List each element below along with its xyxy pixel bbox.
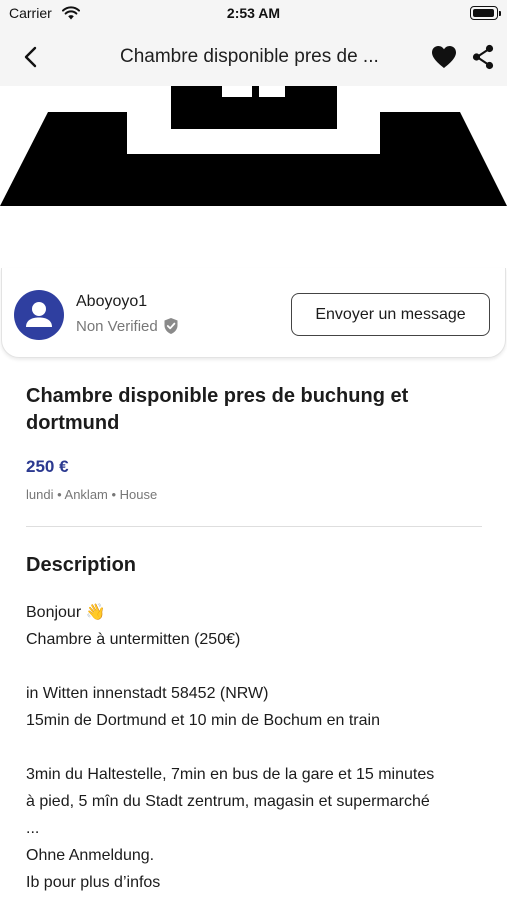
heart-icon: [432, 46, 456, 68]
favorite-button[interactable]: [430, 43, 458, 71]
listing-image[interactable]: [0, 86, 507, 270]
listing-meta: lundi • Anklam • House: [26, 487, 158, 502]
description-line: 3min du Haltestelle, 7min en bus de la g…: [26, 766, 435, 783]
description-line: 15min de Dortmund et 10 min de Bochum en…: [26, 712, 380, 729]
house-illustration: [0, 86, 507, 206]
share-icon: [472, 44, 494, 70]
description-line: ...: [26, 820, 40, 837]
chevron-left-icon: [24, 46, 37, 68]
description-line: Ohne Anmeldung.: [26, 847, 155, 864]
description-line: [26, 653, 496, 680]
send-message-button[interactable]: Envoyer un message: [291, 293, 490, 336]
description-line: [26, 734, 496, 761]
description-heading: Description: [26, 554, 137, 576]
status-time: 2:53 AM: [226, 5, 281, 21]
shield-check-icon: [164, 318, 178, 334]
description-line: à pied, 5 mîn du Stadt zentrum, magasin …: [26, 793, 430, 810]
share-button[interactable]: [470, 43, 496, 71]
listing-title: Chambre disponible pres de buchung et do…: [26, 385, 409, 434]
verification-label: Non Verified: [76, 317, 158, 335]
owner-name[interactable]: Aboyoyo1: [76, 293, 147, 311]
owner-card: Aboyoyo1 Non Verified Envoyer un message: [1, 268, 506, 358]
avatar[interactable]: [14, 290, 64, 340]
description-line: Ib pour plus d’infos: [26, 874, 161, 891]
battery-icon: [470, 6, 501, 20]
verification-status: Non Verified: [76, 317, 179, 335]
nav-title: Chambre disponible pres de ...: [120, 46, 379, 67]
listing-price: 250 €: [26, 457, 69, 476]
description-line: in Witten innenstadt 58452 (NRW): [26, 685, 269, 702]
back-button[interactable]: [14, 42, 46, 72]
description-line: Bonjour 👋: [26, 604, 106, 621]
divider: [26, 526, 482, 527]
description-line: Chambre à untermitten (250€): [26, 631, 241, 648]
status-bar: Carrier 2:53 AM: [0, 0, 507, 28]
person-icon: [26, 302, 52, 327]
description-body: Bonjour 👋 Chambre à untermitten (250€) i…: [26, 599, 496, 896]
navigation-bar: Chambre disponible pres de ...: [0, 28, 507, 86]
